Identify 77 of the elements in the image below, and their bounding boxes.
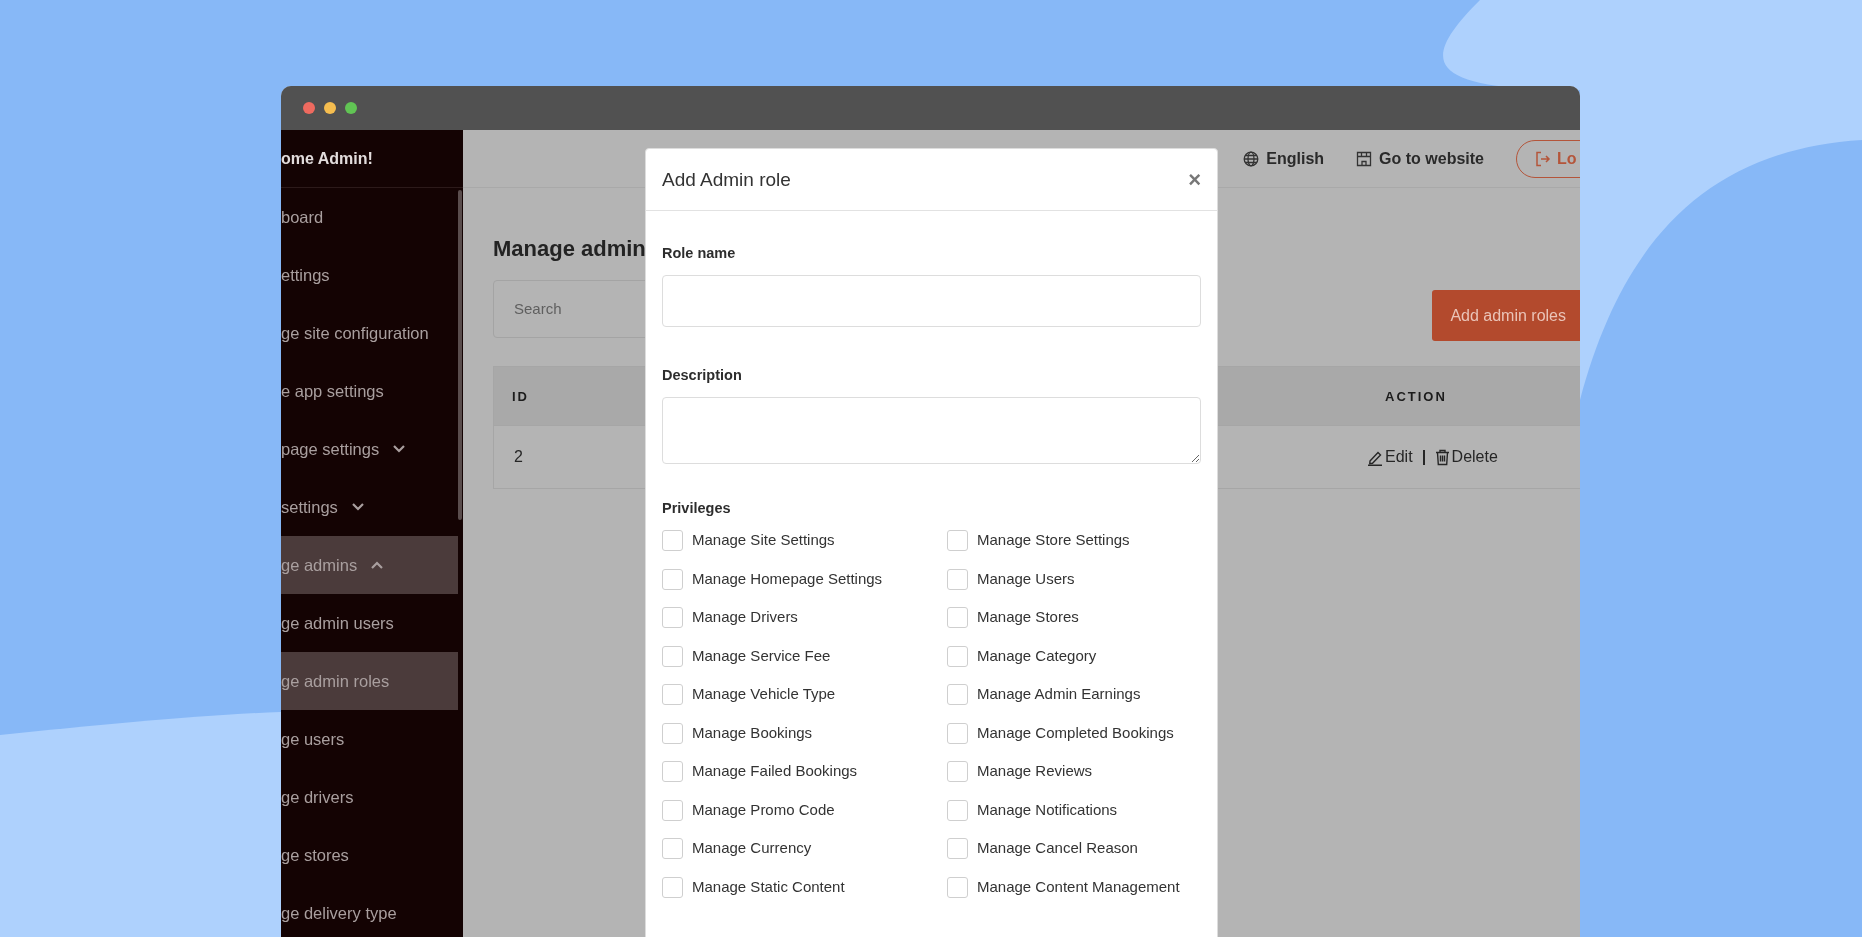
checkbox[interactable] xyxy=(947,799,968,821)
checkbox[interactable] xyxy=(662,607,683,628)
column-header: ID xyxy=(512,389,529,404)
checkbox-label: Manage Category xyxy=(977,645,1097,666)
input-field[interactable] xyxy=(662,275,1201,327)
checkbox-label: Manage Service Fee xyxy=(692,645,831,666)
page-title: Manage admin xyxy=(493,236,646,262)
checkbox-label: Manage Currency xyxy=(692,838,812,858)
store-icon xyxy=(1356,150,1373,167)
globe-icon xyxy=(1243,150,1260,167)
sidebar-item[interactable]: ge admin users xyxy=(281,594,458,652)
close-button[interactable]: × xyxy=(1188,166,1201,193)
sidebar-item[interactable]: ettings xyxy=(281,246,458,304)
checkbox-label: Manage Bookings xyxy=(692,722,813,743)
checkbox[interactable] xyxy=(947,722,968,744)
sidebar-item[interactable]: ge drivers xyxy=(281,768,458,826)
checkbox-label: Manage Store Settings xyxy=(977,530,1130,550)
privileges-label: Privileges xyxy=(662,500,732,516)
column-header: ACTION xyxy=(1385,389,1447,404)
description-field[interactable] xyxy=(662,397,1201,464)
checkbox-label: Manage Site Settings xyxy=(692,530,835,550)
checkbox-label: Manage Content Management xyxy=(977,876,1180,897)
checkbox-label: Manage Admin Earnings xyxy=(977,684,1141,704)
checkbox[interactable] xyxy=(662,645,683,667)
scrollbar[interactable] xyxy=(458,190,462,520)
checkbox[interactable] xyxy=(662,876,683,898)
website-link[interactable]: Go to website xyxy=(1356,149,1484,168)
sidebar-item[interactable]: settings xyxy=(281,478,458,536)
field-label: Role name xyxy=(662,245,737,261)
checkbox[interactable] xyxy=(662,838,683,859)
checkbox-label: Manage Cancel Reason xyxy=(977,838,1138,858)
checkbox-label: Manage Vehicle Type xyxy=(692,684,836,704)
dialog-title: Add Admin role xyxy=(662,168,791,191)
sidebar-item[interactable]: ge stores xyxy=(281,826,458,884)
checkbox[interactable] xyxy=(662,761,683,782)
sidebar-item[interactable]: ge admins xyxy=(281,536,458,594)
sidebar-item[interactable]: page settings xyxy=(281,420,458,478)
checkbox-label: Manage Failed Bookings xyxy=(692,761,858,781)
checkbox-label: Manage Notifications xyxy=(977,799,1118,820)
checkbox-label: Manage Reviews xyxy=(977,761,1093,781)
checkbox[interactable] xyxy=(662,530,683,551)
checkbox[interactable] xyxy=(947,568,968,590)
checkbox[interactable] xyxy=(947,761,968,782)
table-cell-text: 2 xyxy=(513,448,524,466)
sidebar-item[interactable]: e app settings xyxy=(281,362,458,420)
minimize-window-icon[interactable] xyxy=(324,102,336,114)
sidebar-item[interactable]: ge delivery type xyxy=(281,884,458,937)
logout-icon xyxy=(1535,150,1551,167)
language-link[interactable]: English xyxy=(1243,149,1325,168)
checkbox[interactable] xyxy=(947,607,968,628)
trash-icon xyxy=(1434,448,1450,466)
checkbox[interactable] xyxy=(662,684,683,705)
sidebar-item[interactable]: ge users xyxy=(281,710,458,768)
checkbox[interactable] xyxy=(947,645,968,667)
checkbox[interactable] xyxy=(947,838,968,859)
checkbox[interactable] xyxy=(947,530,968,551)
checkbox[interactable] xyxy=(947,684,968,705)
checkbox[interactable] xyxy=(662,799,683,821)
sidebar-item[interactable]: ge site configuration xyxy=(281,304,458,362)
close-window-icon[interactable] xyxy=(303,102,315,114)
checkbox[interactable] xyxy=(662,568,683,590)
checkbox-label: Manage Users xyxy=(977,568,1075,589)
sidebar-header: ome Admin! xyxy=(281,130,463,188)
checkbox-label: Manage Static Content xyxy=(692,876,845,897)
sidebar-item[interactable]: board xyxy=(281,188,458,246)
checkbox[interactable] xyxy=(662,722,683,744)
field-label: Description xyxy=(662,367,743,383)
checkbox-label: Manage Drivers xyxy=(692,607,798,627)
checkbox-label: Manage Completed Bookings xyxy=(977,722,1174,743)
checkbox-label: Manage Stores xyxy=(977,607,1079,627)
sidebar-item[interactable]: ge admin roles xyxy=(281,652,458,710)
delete-link[interactable]: Delete xyxy=(1434,448,1498,466)
edit-link[interactable]: Edit xyxy=(1367,448,1413,466)
checkbox-label: Manage Promo Code xyxy=(692,799,835,820)
checkbox[interactable] xyxy=(947,876,968,898)
checkbox-label: Manage Homepage Settings xyxy=(692,568,883,589)
maximize-window-icon[interactable] xyxy=(345,102,357,114)
